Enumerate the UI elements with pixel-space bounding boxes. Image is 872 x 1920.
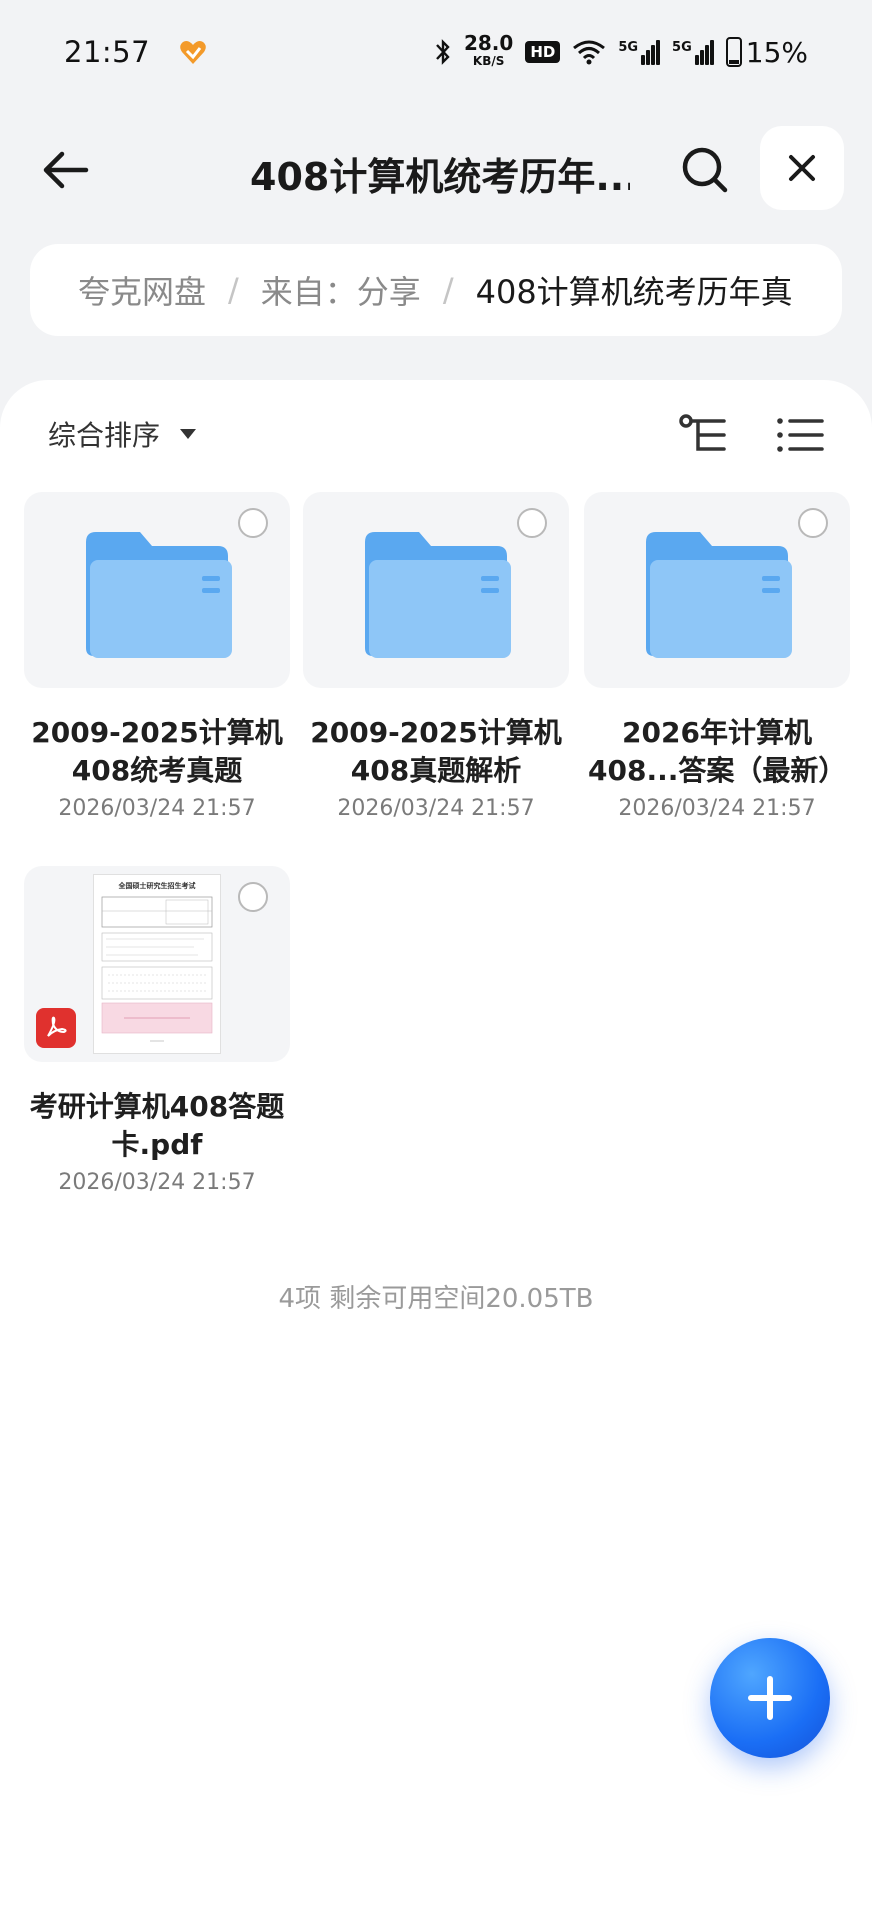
file-thumbnail: [24, 492, 290, 688]
file-thumbnail: [303, 492, 569, 688]
file-date: 2026/03/24 21:57: [337, 796, 535, 821]
file-item[interactable]: 2009-2025计算机408真题解析 2026/03/24 21:57: [303, 492, 569, 821]
pdf-preview-content: [101, 896, 213, 1042]
file-name: 2009-2025计算机408统考真题: [31, 716, 283, 787]
signal-sim2-icon: 5G: [672, 39, 714, 65]
pdf-file-icon: [36, 1008, 76, 1048]
list-view-icon[interactable]: [772, 410, 828, 460]
tree-view-icon[interactable]: [676, 410, 732, 460]
file-thumbnail: [584, 492, 850, 688]
caret-down-icon: [180, 429, 197, 439]
breadcrumb-item-root[interactable]: 夸克网盘: [78, 267, 206, 313]
arrow-left-icon: [43, 151, 89, 189]
pdf-preview: 全国硕士研究生招生考试: [93, 874, 221, 1054]
breadcrumb-separator: /: [442, 271, 454, 309]
storage-info: 4项 剩余可用空间20.05TB: [278, 1284, 594, 1314]
pdf-preview-title: 全国硕士研究生招生考试: [118, 881, 196, 890]
file-thumbnail: 全国硕士研究生招生考试: [24, 866, 290, 1062]
bluetooth-icon: [436, 39, 450, 65]
select-checkbox[interactable]: [238, 508, 268, 538]
battery-icon: [725, 37, 742, 67]
status-time: 21:57: [64, 35, 151, 69]
sort-label: 综合排序: [48, 419, 161, 452]
page-title: 408计算机统考历年...: [250, 155, 630, 199]
file-item[interactable]: 2026年计算机408...答案（最新） 2026/03/24 21:57: [584, 492, 850, 821]
search-button[interactable]: [675, 140, 735, 200]
search-icon: [682, 147, 728, 193]
network-speed: 28.0 KB/S: [463, 31, 514, 68]
sort-dropdown[interactable]: 综合排序: [48, 414, 197, 454]
select-checkbox[interactable]: [798, 508, 828, 538]
top-app-bar: 408计算机统考历年...: [0, 116, 872, 226]
file-item[interactable]: 全国硕士研究生招生考试 考研计算机408答题卡.pdf 2026/03/24 2…: [24, 866, 290, 1195]
file-date: 2026/03/24 21:57: [58, 796, 256, 821]
back-button[interactable]: [36, 140, 96, 200]
status-bar: 21:57 28.0 KB/S HD 5G 5G 15%: [0, 0, 872, 104]
wifi-icon: [573, 40, 606, 65]
folder-icon: [86, 532, 232, 658]
plus-icon: [748, 1676, 792, 1720]
battery-indicator: 15%: [725, 36, 808, 69]
add-button[interactable]: [710, 1638, 830, 1758]
select-checkbox[interactable]: [517, 508, 547, 538]
folder-icon: [365, 532, 511, 658]
file-date: 2026/03/24 21:57: [58, 1170, 256, 1195]
close-button[interactable]: [760, 126, 844, 210]
select-checkbox[interactable]: [238, 882, 268, 912]
file-name: 2009-2025计算机408真题解析: [310, 716, 562, 787]
breadcrumb-item-current: 408计算机统考历年真: [475, 273, 793, 311]
breadcrumb-separator: /: [228, 271, 239, 309]
file-date: 2026/03/24 21:57: [618, 796, 816, 821]
breadcrumb-item-share[interactable]: 来自：分享: [261, 267, 421, 313]
file-name: 考研计算机408答题卡.pdf: [29, 1090, 285, 1161]
signal-sim1-icon: 5G: [618, 39, 661, 65]
breadcrumb: 夸克网盘 / 来自：分享 / 408计算机统考历年真: [30, 244, 842, 336]
file-item[interactable]: 2009-2025计算机408统考真题 2026/03/24 21:57: [24, 492, 290, 821]
close-icon: [789, 155, 815, 181]
hd-badge: HD: [525, 41, 561, 63]
folder-icon: [646, 532, 792, 658]
file-name: 2026年计算机408...答案（最新）: [588, 716, 847, 787]
quark-heart-icon: [180, 41, 206, 64]
